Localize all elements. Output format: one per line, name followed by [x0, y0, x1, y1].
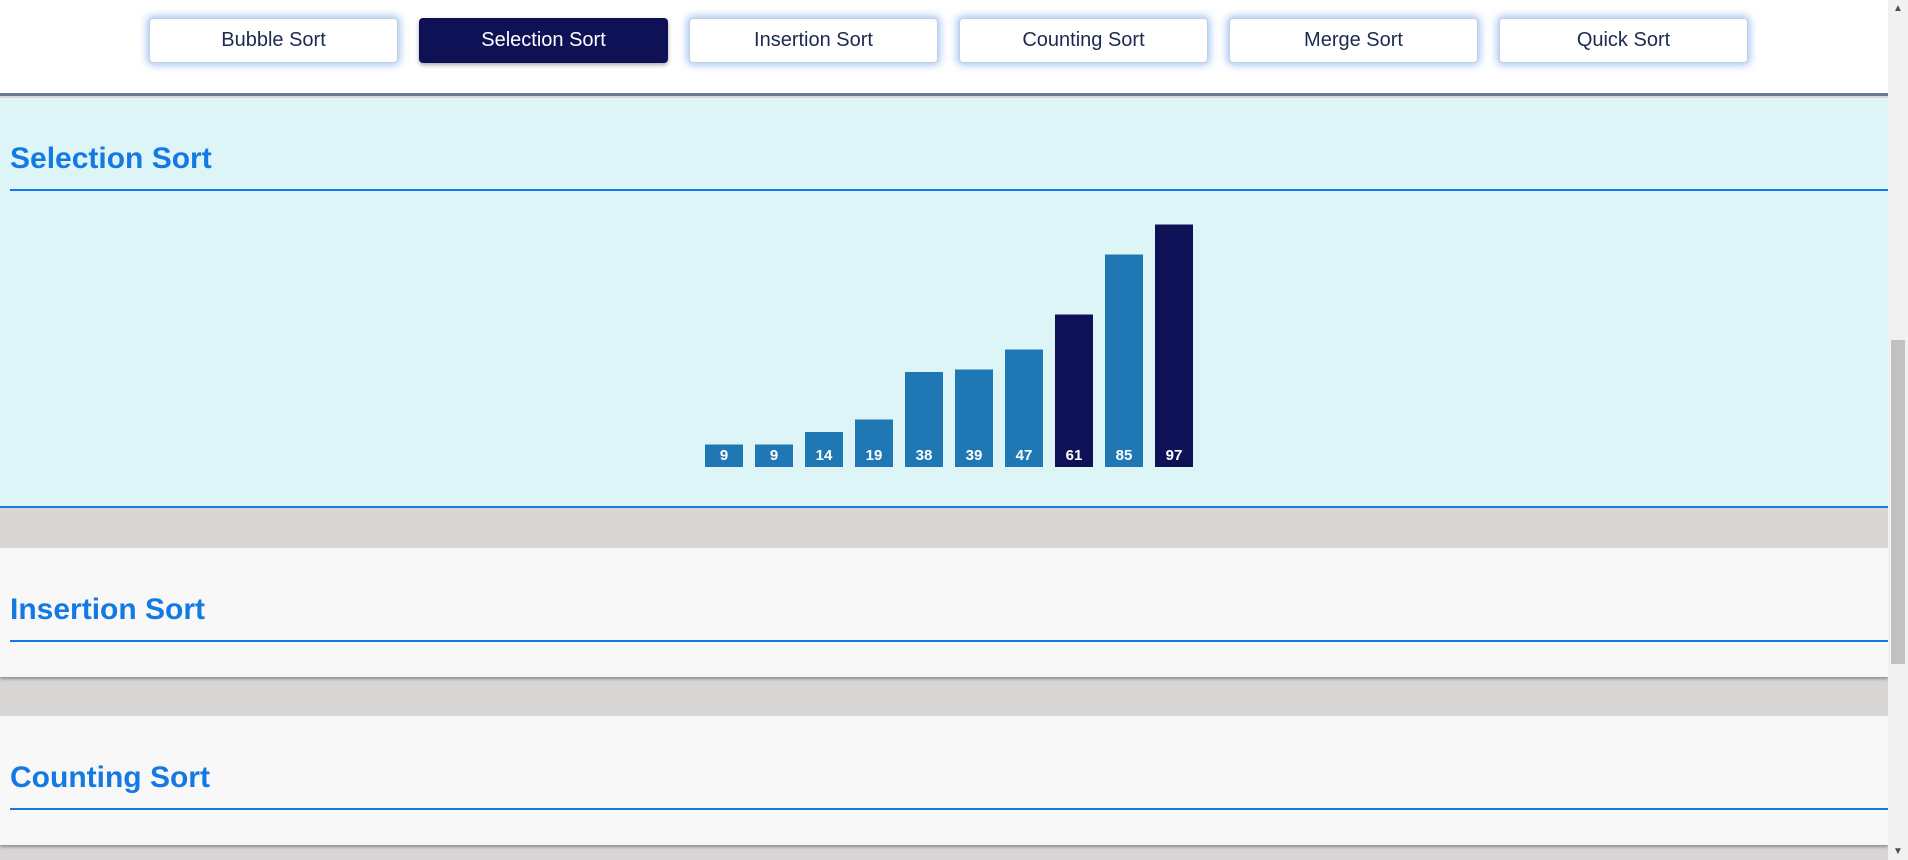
bar-value-label: 38 — [916, 447, 933, 464]
bubble-sort-button[interactable]: Bubble Sort — [149, 18, 398, 63]
bar-value-label: 19 — [866, 447, 883, 464]
bar-value-label: 61 — [1066, 447, 1083, 464]
scroll-down-arrow-icon[interactable]: ▼ — [1888, 843, 1908, 860]
bar-value-label: 9 — [720, 447, 728, 464]
vertical-scrollbar[interactable]: ▲ ▼ — [1888, 0, 1908, 860]
bar-value-label: 39 — [966, 447, 983, 464]
insertion-sort-section: Insertion Sort — [0, 548, 1888, 677]
page: Bubble Sort Selection Sort Insertion Sor… — [0, 0, 1888, 860]
bar-value-label: 14 — [816, 447, 833, 464]
bar — [1055, 314, 1093, 467]
section-divider — [10, 640, 1888, 642]
bar-value-label: 47 — [1016, 447, 1033, 464]
section-divider — [10, 808, 1888, 810]
selection-sort-section: Selection Sort 9 9 14 19 38 39 47 61 85 97 — [0, 98, 1888, 508]
merge-sort-button[interactable]: Merge Sort — [1229, 18, 1478, 63]
selection-sort-button[interactable]: Selection Sort — [419, 18, 668, 63]
quick-sort-button[interactable]: Quick Sort — [1499, 18, 1748, 63]
insertion-sort-button[interactable]: Insertion Sort — [689, 18, 938, 63]
counting-sort-button[interactable]: Counting Sort — [959, 18, 1208, 63]
bar — [1155, 224, 1193, 467]
sort-bar-chart: 9 9 14 19 38 39 47 61 85 97 — [705, 224, 1193, 467]
bar-value-label: 85 — [1116, 447, 1133, 464]
bar-value-label: 97 — [1166, 447, 1183, 464]
section-title: Insertion Sort — [10, 593, 206, 626]
scrollbar-thumb[interactable] — [1891, 340, 1905, 664]
algorithm-nav: Bubble Sort Selection Sort Insertion Sor… — [0, 0, 1888, 96]
section-title: Counting Sort — [10, 761, 210, 794]
bar — [1105, 254, 1143, 467]
counting-sort-section: Counting Sort — [0, 716, 1888, 845]
scroll-up-arrow-icon[interactable]: ▲ — [1888, 0, 1908, 17]
bar-value-label: 9 — [770, 447, 778, 464]
